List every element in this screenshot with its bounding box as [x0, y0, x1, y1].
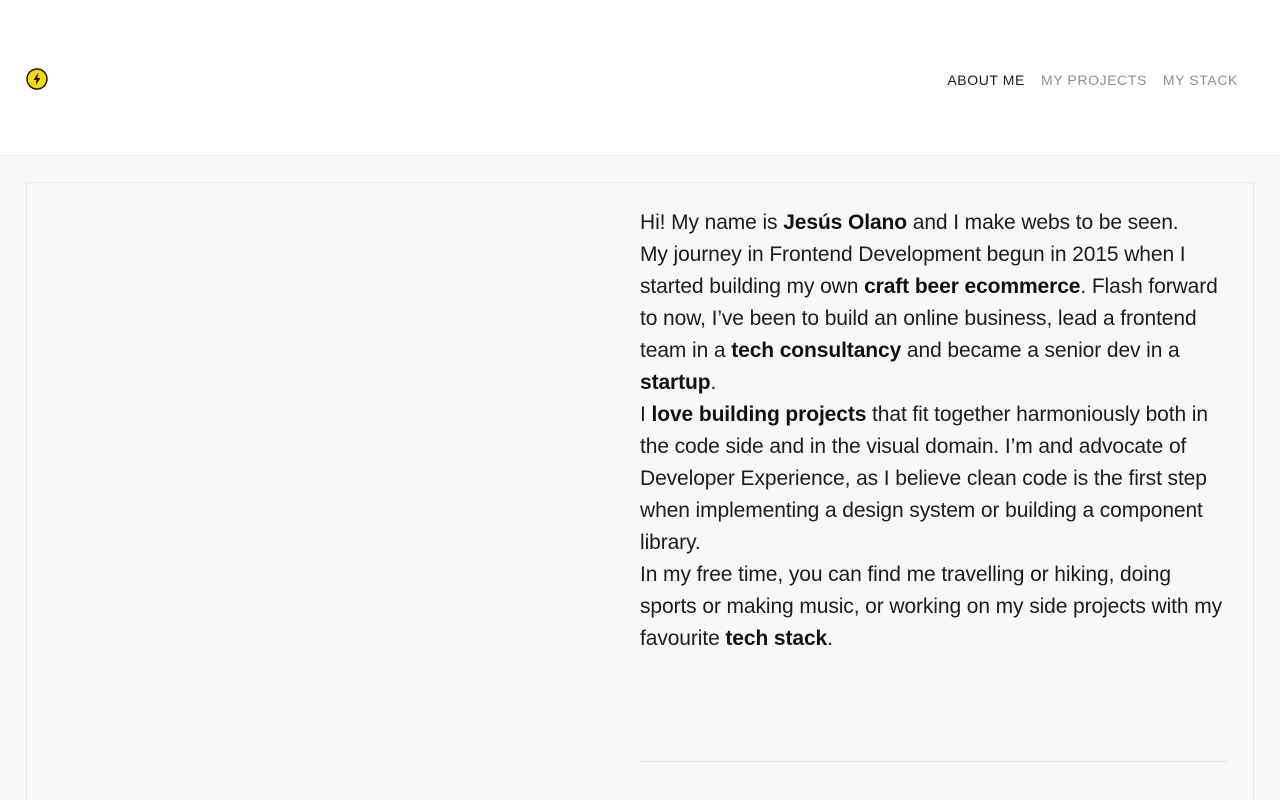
bio-text-span: .: [710, 371, 717, 394]
bio-paragraph-intro: Hi! My name is Jesús Olano and I make we…: [640, 207, 1228, 239]
main-nav: ABOUT ME MY PROJECTS MY STACK: [947, 71, 1238, 89]
nav-about-me[interactable]: ABOUT ME: [947, 71, 1025, 89]
bio-paragraph-journey: My journey in Frontend Development begun…: [640, 239, 1228, 399]
bio-text-span: I: [640, 403, 652, 426]
highlight-craft-beer: craft beer ecommerce: [864, 275, 1081, 298]
nav-my-projects[interactable]: MY PROJECTS: [1041, 71, 1147, 89]
author-name: Jesús Olano: [783, 211, 907, 234]
bio-text-span: and became a senior dev in a: [901, 339, 1180, 362]
site-header: ABOUT ME MY PROJECTS MY STACK: [0, 0, 1280, 156]
about-card: Hi! My name is Jesús Olano and I make we…: [26, 182, 1254, 800]
nav-my-stack[interactable]: MY STACK: [1163, 71, 1238, 89]
bio-paragraph-projects: I love building projects that fit togeth…: [640, 399, 1228, 559]
bio-text-span: Hi! My name is: [640, 211, 784, 234]
highlight-tech-stack[interactable]: tech stack: [725, 627, 827, 650]
lightning-bolt-icon[interactable]: [26, 68, 48, 90]
bio-paragraph-free-time: In my free time, you can find me travell…: [640, 559, 1228, 655]
highlight-startup: startup: [640, 371, 711, 394]
bio-text: Hi! My name is Jesús Olano and I make we…: [640, 207, 1228, 655]
highlight-love-building: love building projects: [651, 403, 867, 426]
bio-text-span: .: [827, 627, 833, 650]
content-divider: [640, 761, 1228, 762]
profile-photo-area: [27, 183, 617, 800]
bio-text-span: and I make webs to be seen.: [907, 211, 1179, 234]
highlight-tech-consultancy: tech consultancy: [731, 339, 902, 362]
